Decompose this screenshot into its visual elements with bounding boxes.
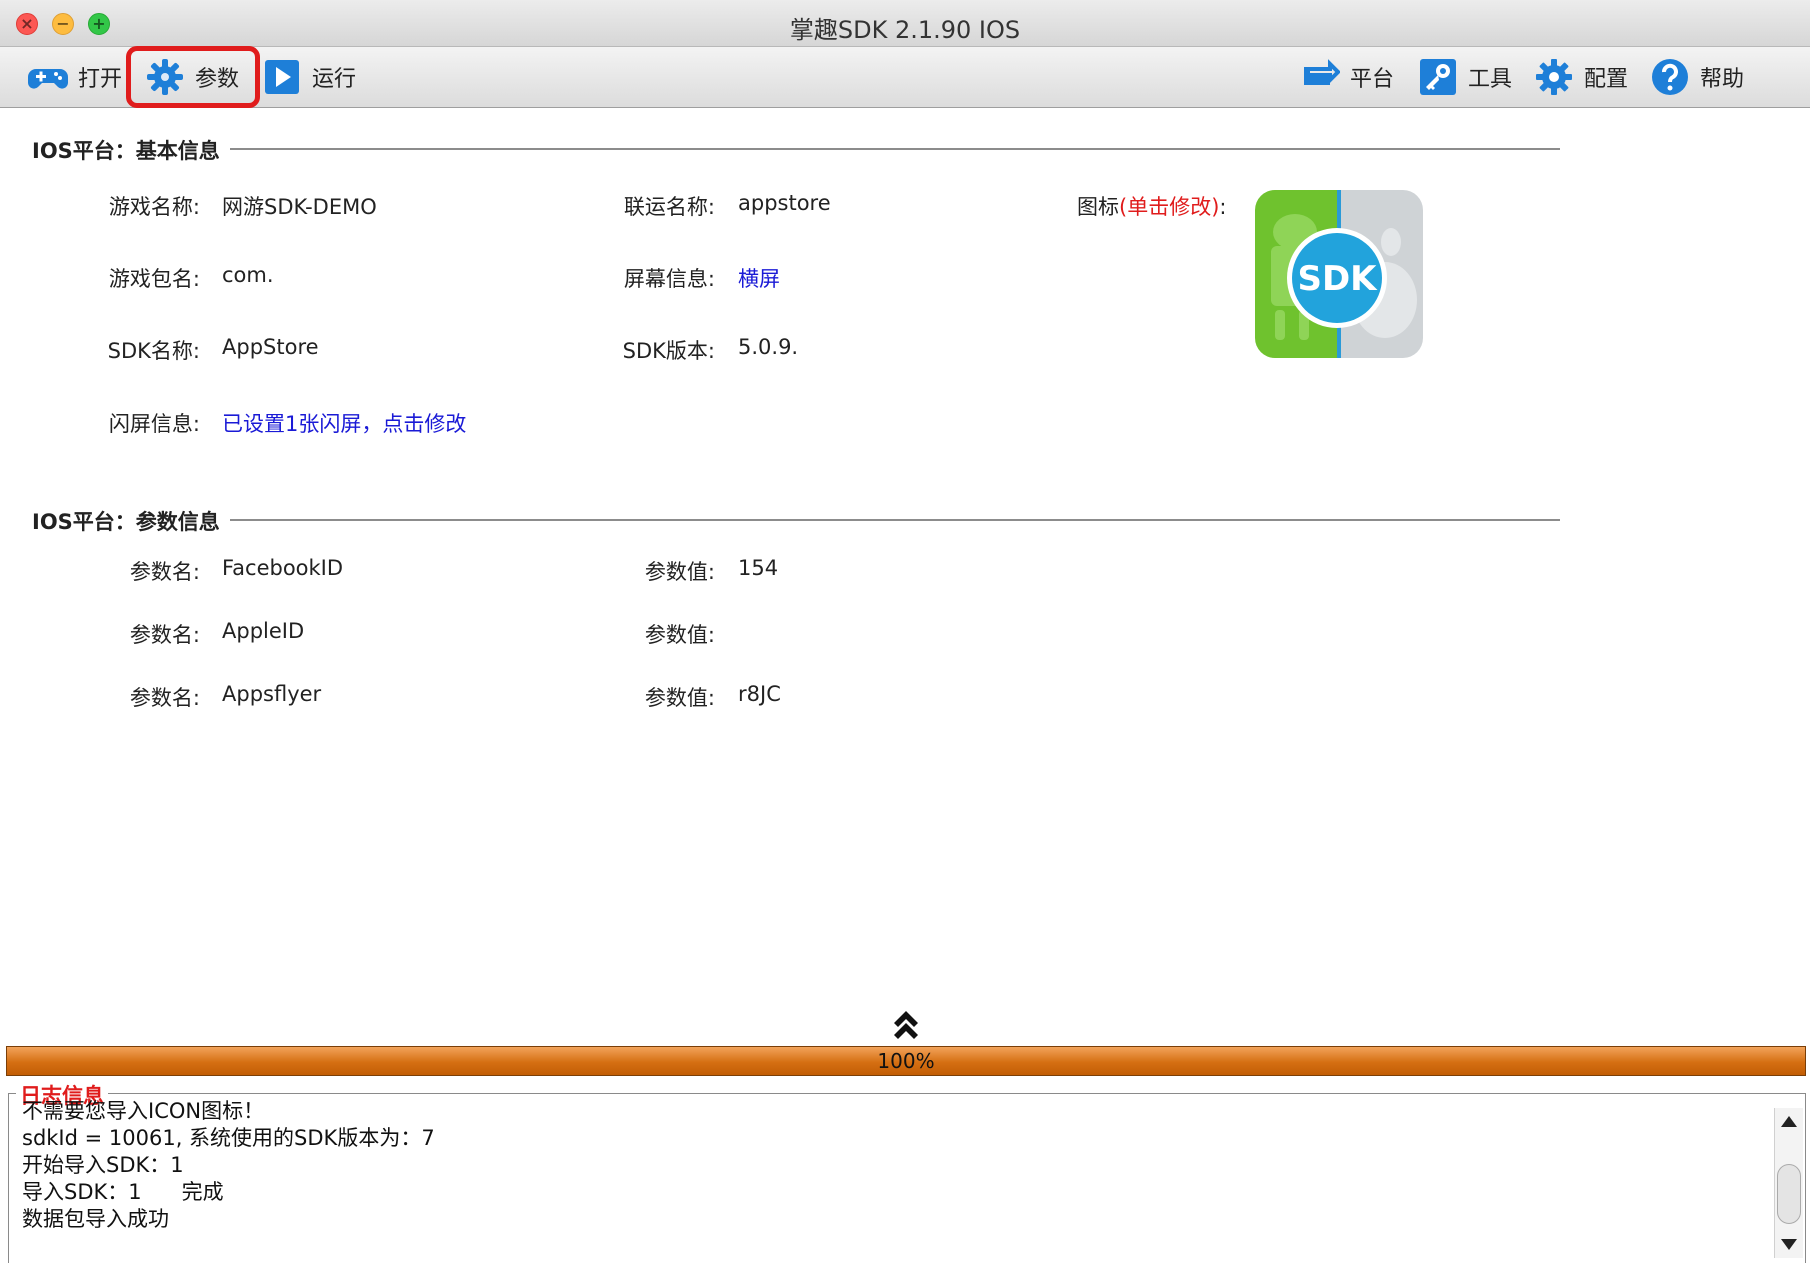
play-icon <box>265 60 299 94</box>
tools-button[interactable]: 工具 <box>1418 53 1512 101</box>
icon-label-colon: : <box>1219 195 1227 219</box>
params-button[interactable]: 参数 <box>125 46 261 108</box>
log-line-suffix: 完成 <box>181 1180 224 1204</box>
splash-edit-link[interactable]: 已设置1张闪屏，点击修改 <box>222 408 466 438</box>
log-text-area[interactable]: 不需要您导入ICON图标！ sdkId = 10061, 系统使用的SDK版本为… <box>22 1098 435 1233</box>
game-icon-logo-text: SDK <box>1297 259 1378 299</box>
channel-name-label: 联运名称: <box>623 195 715 219</box>
sdk-name-value: AppStore <box>222 335 319 359</box>
param-name-label: 参数名: <box>129 686 200 710</box>
open-label: 打开 <box>78 67 123 92</box>
title-bar: × − + 掌趣SDK 2.1.90 IOS <box>0 0 1810 47</box>
game-icon-image[interactable]: SDK <box>1255 190 1423 358</box>
config-button[interactable]: 配置 <box>1534 53 1628 101</box>
package-label: 游戏包名: <box>108 267 200 291</box>
log-line: 数据包导入成功 <box>22 1207 169 1231</box>
help-button[interactable]: 帮助 <box>1650 53 1744 101</box>
switch-platform-icon <box>1304 59 1340 85</box>
sdk-version-value: 5.0.9. <box>738 335 799 359</box>
params-label: 参数 <box>195 67 240 92</box>
key-icon <box>1420 59 1456 95</box>
game-name-label: 游戏名称: <box>108 195 200 219</box>
scroll-up-arrow-icon[interactable] <box>1777 1110 1801 1134</box>
open-button[interactable]: 打开 <box>28 53 122 101</box>
platform-label: 平台 <box>1350 67 1395 92</box>
sdk-name-label: SDK名称: <box>107 339 200 363</box>
param-name-value: AppleID <box>222 619 305 643</box>
window-title: 掌趣SDK 2.1.90 IOS <box>789 16 1021 44</box>
help-label: 帮助 <box>1700 67 1745 92</box>
toolbar: 打开 参数 运行 平台 工具 配置 帮助 <box>0 46 1810 108</box>
log-scrollbar[interactable] <box>1774 1108 1803 1258</box>
splash-label: 闪屏信息: <box>108 412 200 436</box>
tools-label: 工具 <box>1468 67 1513 92</box>
param-value: 154 <box>738 556 779 580</box>
log-line: sdkId = 10061, 系统使用的SDK版本为：7 <box>22 1126 435 1150</box>
platform-button[interactable]: 平台 <box>1300 53 1394 101</box>
param-value-label: 参数值: <box>644 560 715 584</box>
log-line: 开始导入SDK：1 <box>22 1153 184 1177</box>
package-value: com. <box>222 263 274 287</box>
run-button[interactable]: 运行 <box>262 53 356 101</box>
config-label: 配置 <box>1584 67 1629 92</box>
help-icon <box>1652 59 1688 95</box>
icon-label: 图标(单击修改): <box>1077 191 1226 221</box>
gear-icon <box>147 59 183 95</box>
section-divider <box>230 519 1560 521</box>
param-name-value: FacebookID <box>222 556 344 580</box>
param-value-label: 参数值: <box>644 686 715 710</box>
screen-label: 屏幕信息: <box>623 267 715 291</box>
scroll-down-arrow-icon[interactable] <box>1777 1232 1801 1256</box>
section-divider <box>230 148 1560 150</box>
icon-edit-hint[interactable]: (单击修改) <box>1119 195 1219 219</box>
basic-info-title: IOS平台：基本信息 <box>32 135 230 165</box>
collapse-chevron-icon[interactable] <box>892 1007 920 1041</box>
log-line-text: 导入SDK：1 <box>22 1180 142 1204</box>
scroll-thumb[interactable] <box>1777 1164 1801 1224</box>
log-line: 导入SDK：1 完成 <box>22 1179 435 1206</box>
gamepad-icon <box>28 69 68 89</box>
param-info-title: IOS平台：参数信息 <box>32 506 230 536</box>
log-line: 不需要您导入ICON图标！ <box>22 1099 265 1123</box>
param-value: r8JC <box>738 682 781 706</box>
settings-gear-icon <box>1536 59 1572 95</box>
game-name-value: 网游SDK-DEMO <box>222 195 377 219</box>
param-value-label: 参数值: <box>644 623 715 647</box>
sdk-version-label: SDK版本: <box>622 339 715 363</box>
progress-text: 100% <box>877 1049 935 1073</box>
run-label: 运行 <box>312 67 357 92</box>
icon-label-text: 图标 <box>1077 195 1119 219</box>
param-name-label: 参数名: <box>129 560 200 584</box>
channel-name-value: appstore <box>738 191 831 215</box>
param-name-value: Appsflyer <box>222 682 322 706</box>
progress-bar: 100% <box>6 1046 1806 1076</box>
screen-orientation-link[interactable]: 横屏 <box>738 263 780 293</box>
param-name-label: 参数名: <box>129 623 200 647</box>
